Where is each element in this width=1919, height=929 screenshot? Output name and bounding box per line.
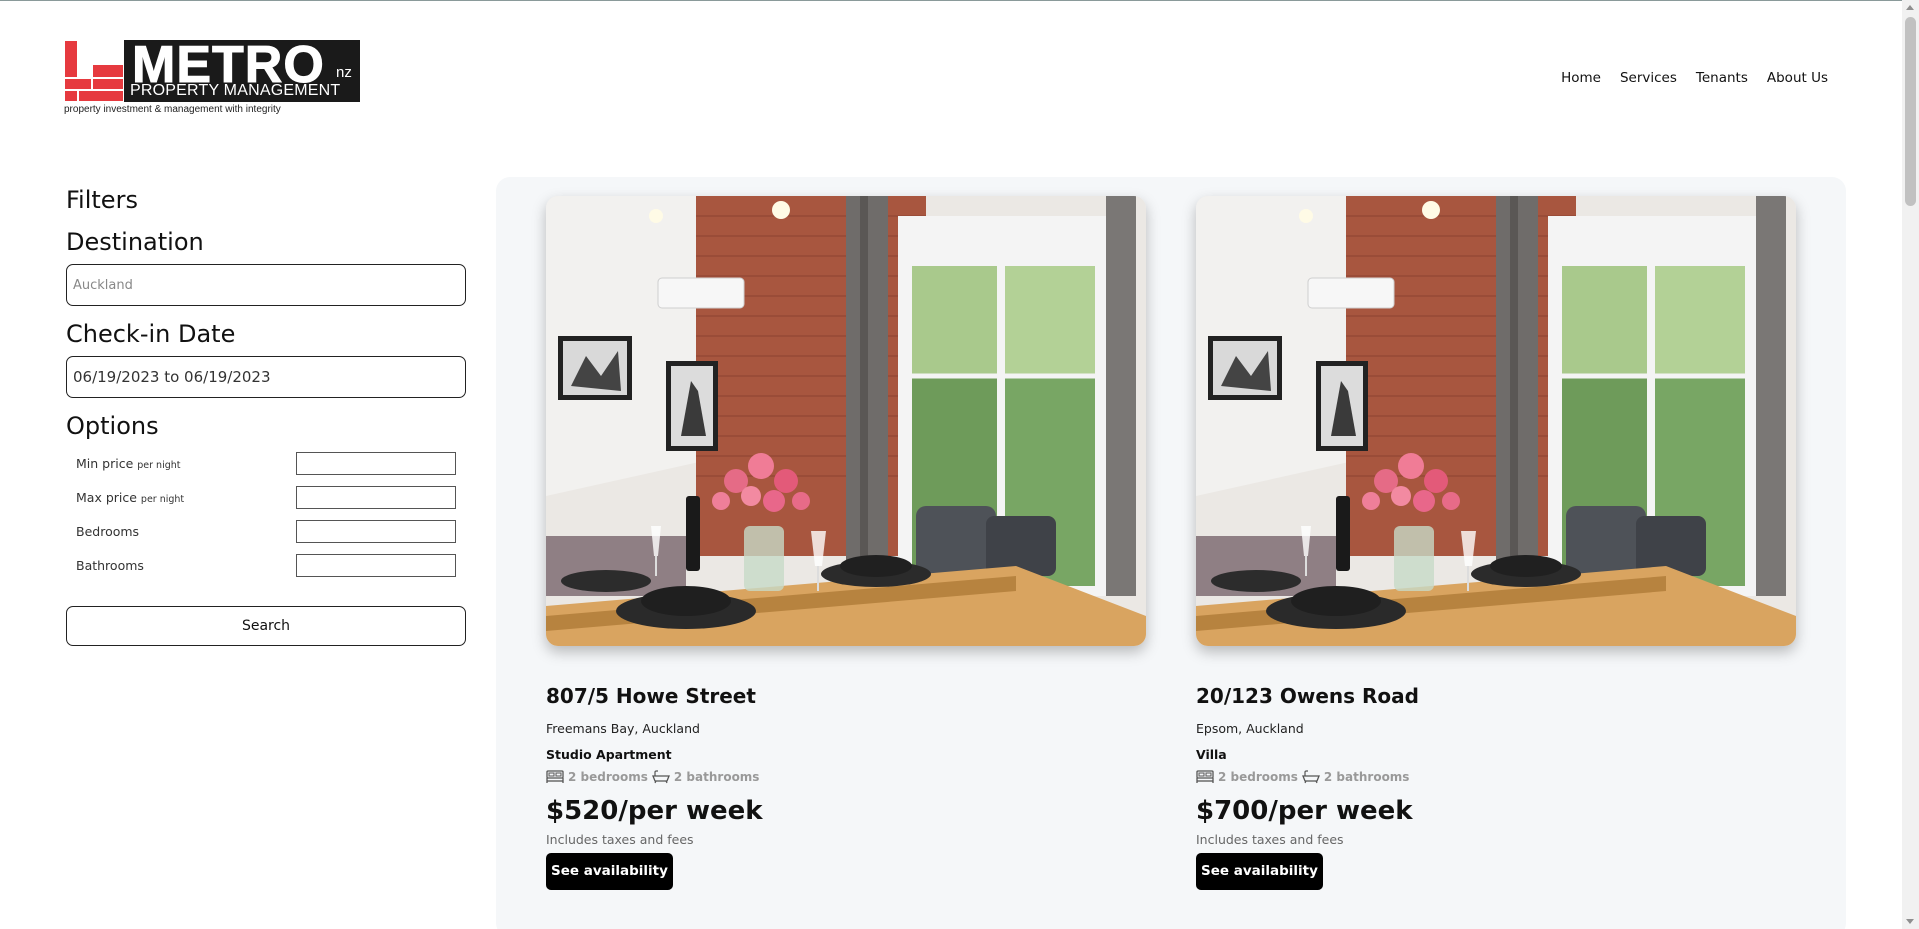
nav-home[interactable]: Home [1561,70,1601,86]
main-nav: Home Services Tenants About Us [1561,70,1828,86]
option-bedrooms: Bedrooms [66,514,466,548]
nav-services[interactable]: Services [1620,70,1677,86]
bathtub-icon [651,770,670,784]
checkin-label: Check-in Date [66,320,236,348]
option-label: Min price per night [76,455,181,471]
top-border [0,0,1919,1]
see-availability-button[interactable]: See availability [1196,853,1323,890]
listing-location: Epsom, Auckland [1196,721,1304,736]
listing-features: 2 bedrooms 2 bathrooms [546,770,1146,784]
option-bathrooms: Bathrooms [66,548,466,582]
bathrooms-count: 2 bathrooms [1323,770,1410,784]
apartment-photo-illustration [546,196,1146,646]
options-label: Options [66,412,159,440]
logo-country: nz [336,64,352,81]
option-label: Max price per night [76,489,185,505]
filters-sidebar: Filters Destination Auckland Check-in Da… [66,186,466,646]
max-price-input[interactable] [296,485,456,509]
bed-icon [546,770,564,783]
logo-blocks-icon [64,40,124,102]
bathrooms-count: 2 bathrooms [673,770,760,784]
checkin-date-value: 06/19/2023 to 06/19/2023 [73,368,271,386]
destination-input[interactable]: Auckland [66,264,466,306]
logo-subtitle: PROPERTY MANAGEMENT [130,82,341,99]
option-max-price: Max price per night [66,480,466,514]
listing-type: Studio Apartment [546,747,672,762]
checkin-date-input[interactable]: 06/19/2023 to 06/19/2023 [66,356,466,398]
option-label: Bathrooms [76,557,144,573]
bedrooms-count: 2 bedrooms [568,770,648,784]
page-scrollbar[interactable] [1902,0,1919,929]
bathrooms-input[interactable] [296,553,456,577]
option-label: Bedrooms [76,523,140,539]
listing-photo[interactable] [1196,196,1796,646]
listing-title[interactable]: 20/123 Owens Road [1196,684,1796,708]
apartment-photo-illustration [1196,196,1796,646]
search-button[interactable]: Search [66,606,466,646]
listing-price: $520/per week [546,796,763,826]
listing-features: 2 bedrooms 2 bathrooms [1196,770,1796,784]
destination-placeholder: Auckland [73,277,133,293]
bed-icon [1196,770,1214,783]
listing-photo[interactable] [546,196,1146,646]
see-availability-button[interactable]: See availability [546,853,673,890]
scroll-down-icon[interactable] [1906,919,1914,924]
listing-price: $700/per week [1196,796,1413,826]
destination-label: Destination [66,228,204,256]
listing-title[interactable]: 807/5 Howe Street [546,684,1146,708]
listing-card: 20/123 Owens Road Epsom, Auckland Villa … [1196,196,1796,890]
nav-tenants[interactable]: Tenants [1696,70,1748,86]
listing-tax-note: Includes taxes and fees [546,832,694,847]
bedrooms-input[interactable] [296,519,456,543]
bathtub-icon [1301,770,1320,784]
listing-card: 807/5 Howe Street Freemans Bay, Auckland… [546,196,1146,890]
listing-type: Villa [1196,747,1227,762]
logo-tagline: property investment & management with in… [64,104,281,115]
scrollbar-thumb[interactable] [1905,17,1916,206]
listing-tax-note: Includes taxes and fees [1196,832,1344,847]
option-min-price: Min price per night [66,446,466,480]
scroll-up-icon[interactable] [1906,5,1914,10]
listing-location: Freemans Bay, Auckland [546,721,700,736]
site-logo[interactable]: METRO nz PROPERTY MANAGEMENT property in… [64,38,364,118]
min-price-input[interactable] [296,451,456,475]
nav-about-us[interactable]: About Us [1767,70,1828,86]
bedrooms-count: 2 bedrooms [1218,770,1298,784]
filters-heading: Filters [66,186,138,214]
listings-panel: 807/5 Howe Street Freemans Bay, Auckland… [496,177,1846,929]
